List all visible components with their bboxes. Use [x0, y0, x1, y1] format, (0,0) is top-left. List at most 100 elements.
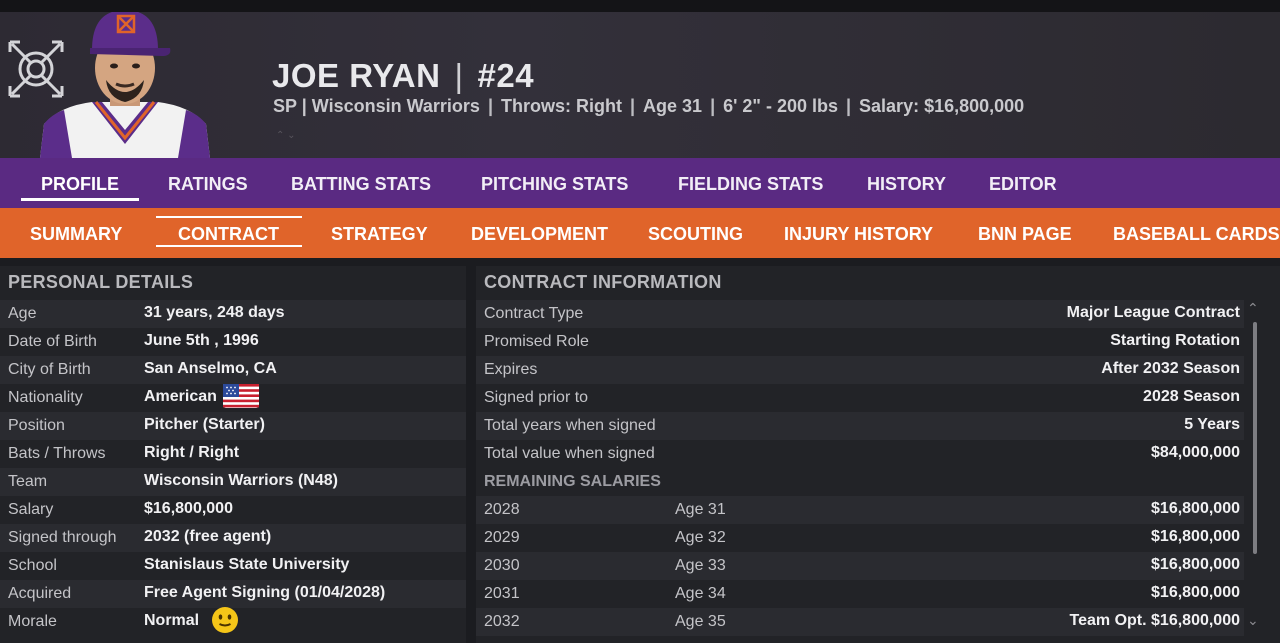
- contract-information-panel: CONTRACT INFORMATION Contract Type Major…: [476, 266, 1280, 643]
- detail-row: Morale Normal: [0, 607, 466, 636]
- tab-development[interactable]: DEVELOPMENT: [471, 208, 608, 258]
- detail-label: Nationality: [8, 389, 83, 406]
- salary-row: 2030 Age 33 $16,800,000: [476, 552, 1244, 580]
- detail-row: Team Wisconsin Warriors (N48): [0, 468, 466, 496]
- chevron-up-icon[interactable]: ⌃: [276, 130, 284, 141]
- primary-nav: PROFILE RATINGS BATTING STATS PITCHING S…: [0, 158, 1280, 208]
- player-info-line: SP | Wisconsin Warriors | Throws: Right | Ag…: [273, 96, 1025, 116]
- detail-row: Age 31 years, 248 days: [0, 300, 466, 328]
- tab-batting-stats[interactable]: BATTING STATS: [291, 158, 431, 208]
- contract-value: After 2032 Season: [1101, 360, 1240, 377]
- detail-value: $16,800,000: [144, 500, 233, 517]
- salary-year: 2030: [484, 557, 520, 574]
- player-salary: Salary: $16,800,000: [859, 96, 1025, 116]
- salary-amount: $16,800,000: [1151, 528, 1240, 545]
- tab-fielding-stats[interactable]: FIELDING STATS: [678, 158, 823, 208]
- detail-value-nationality: American: [144, 383, 259, 411]
- personal-details-panel: PERSONAL DETAILS Age 31 years, 248 days …: [0, 266, 466, 643]
- contract-row: Expires After 2032 Season: [476, 356, 1244, 384]
- detail-label: Date of Birth: [8, 333, 97, 350]
- detail-label: School: [8, 557, 57, 574]
- personal-details-title: PERSONAL DETAILS: [8, 272, 194, 292]
- contract-row: Total years when signed 5 Years: [476, 412, 1244, 440]
- chevron-down-icon[interactable]: ⌄: [287, 130, 295, 141]
- detail-value: American: [144, 388, 217, 405]
- active-tab-underline: [156, 245, 302, 247]
- contract-row: Promised Role Starting Rotation: [476, 328, 1244, 356]
- remaining-salaries-heading: REMAINING SALARIES: [484, 473, 661, 490]
- contract-label: Total value when signed: [484, 445, 655, 462]
- detail-label: Age: [8, 305, 37, 322]
- detail-label: Position: [8, 417, 65, 434]
- salary-amount: $16,800,000: [1151, 556, 1240, 573]
- contract-label: Signed prior to: [484, 389, 589, 406]
- detail-row: Date of Birth June 5th , 1996: [0, 328, 466, 356]
- tab-summary[interactable]: SUMMARY: [30, 208, 122, 258]
- salary-age: Age 33: [675, 557, 726, 574]
- scroll-down-icon[interactable]: ⌄: [1247, 612, 1259, 629]
- active-tab-underline: [21, 198, 139, 201]
- salary-age: Age 31: [675, 501, 726, 518]
- contract-value: Major League Contract: [1066, 304, 1240, 321]
- tab-ratings[interactable]: RATINGS: [168, 158, 248, 208]
- tab-injury-history[interactable]: INJURY HISTORY: [784, 208, 933, 258]
- detail-label: Salary: [8, 501, 54, 518]
- salary-amount: $16,800,000: [1151, 500, 1240, 517]
- detail-value: June 5th , 1996: [144, 332, 259, 349]
- tab-baseball-cards[interactable]: BASEBALL CARDS: [1113, 208, 1280, 258]
- contract-row: Total value when signed $84,000,000: [476, 440, 1244, 468]
- contract-information-title: CONTRACT INFORMATION: [484, 272, 722, 292]
- detail-value: San Anselmo, CA: [144, 360, 277, 377]
- contract-value: $84,000,000: [1151, 444, 1240, 461]
- player-header: JOE RYAN | #24 SP | Wisconsin Warriors | Thr…: [0, 12, 1280, 158]
- smiley-icon: [212, 607, 239, 633]
- detail-row: Acquired Free Agent Signing (01/04/2028): [0, 580, 466, 608]
- detail-row: Signed through 2032 (free agent): [0, 524, 466, 552]
- detail-row: City of Birth San Anselmo, CA: [0, 356, 466, 384]
- detail-value-team[interactable]: Wisconsin Warriors (N48): [144, 467, 338, 495]
- scroll-up-icon[interactable]: ⌃: [1247, 300, 1259, 317]
- tab-strategy[interactable]: STRATEGY: [331, 208, 428, 258]
- secondary-nav: SUMMARY CONTRACT STRATEGY DEVELOPMENT SC…: [0, 208, 1280, 258]
- salary-age: Age 34: [675, 585, 726, 602]
- salary-amount: Team Opt. $16,800,000: [1069, 612, 1240, 629]
- tab-scouting[interactable]: SCOUTING: [648, 208, 743, 258]
- tab-pitching-stats[interactable]: PITCHING STATS: [481, 158, 628, 208]
- player-name-line: JOE RYAN | #24: [272, 57, 535, 94]
- scrollbar-thumb[interactable]: [1253, 322, 1257, 554]
- tab-history[interactable]: HISTORY: [867, 158, 946, 208]
- salary-age: Age 35: [675, 613, 726, 630]
- tab-bnn-page[interactable]: BNN PAGE: [978, 208, 1072, 258]
- detail-value: Right / Right: [144, 444, 240, 461]
- active-tab-overline: [156, 216, 302, 218]
- contract-value: 5 Years: [1184, 416, 1240, 433]
- player-switch-arrows[interactable]: ⌃ ⌄: [276, 130, 296, 141]
- detail-value: Free Agent Signing (01/04/2028): [144, 584, 386, 601]
- salary-year: 2031: [484, 585, 520, 602]
- detail-row: Bats / Throws Right / Right: [0, 440, 466, 468]
- detail-value: 31 years, 248 days: [144, 304, 285, 321]
- player-name: JOE RYAN: [272, 57, 441, 94]
- contract-label: Contract Type: [484, 305, 584, 322]
- salary-row: 2029 Age 32 $16,800,000: [476, 524, 1244, 552]
- contract-value: 2028 Season: [1143, 388, 1240, 405]
- detail-value-morale: Normal: [144, 607, 239, 635]
- salary-age: Age 32: [675, 529, 726, 546]
- tab-editor[interactable]: EDITOR: [989, 158, 1057, 208]
- detail-row: Salary $16,800,000: [0, 496, 466, 524]
- player-age: Age 31: [643, 96, 703, 116]
- detail-row: Nationality American: [0, 383, 466, 412]
- detail-value: 2032 (free agent): [144, 528, 272, 545]
- detail-row: School Stanislaus State University: [0, 552, 466, 580]
- detail-label: Team: [8, 473, 48, 490]
- contract-label: Total years when signed: [484, 417, 656, 434]
- detail-row: Position Pitcher (Starter): [0, 412, 466, 440]
- detail-label: Bats / Throws: [8, 445, 106, 462]
- salary-row: 2028 Age 31 $16,800,000: [476, 496, 1244, 524]
- player-throws: Throws: Right: [501, 96, 622, 116]
- us-flag-icon: [222, 383, 259, 408]
- contract-row: Contract Type Major League Contract: [476, 300, 1244, 328]
- salary-row: 2032 Age 35 Team Opt. $16,800,000: [476, 608, 1244, 636]
- player-number: #24: [477, 57, 535, 94]
- window-top-strip: [0, 0, 1280, 12]
